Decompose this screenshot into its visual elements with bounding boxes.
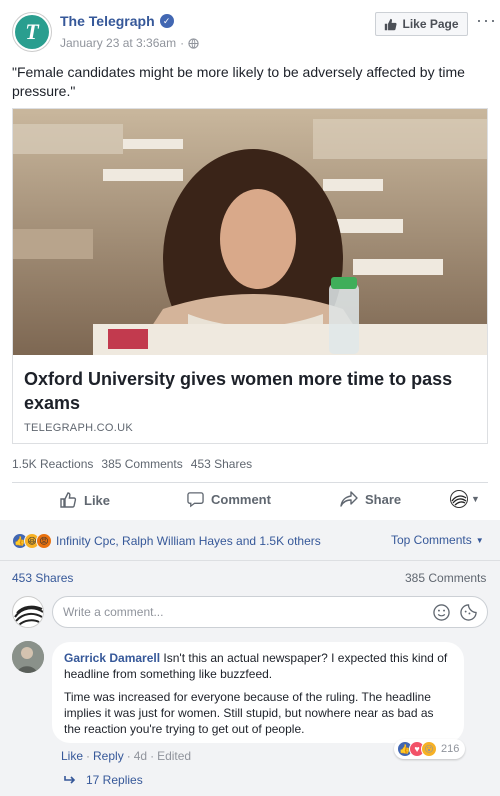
post-text: "Female candidates might be more likely … [12,64,465,99]
comment-actions: Like · Reply · 4d · Edited [61,749,191,763]
shares-link[interactable]: 453 Shares [12,571,73,585]
chevron-down-icon: ▼ [471,494,480,504]
comment-author[interactable]: Garrick Damarell [64,651,160,665]
sticker-icon[interactable] [460,604,477,621]
share-button[interactable]: Share [340,491,401,507]
page-avatar[interactable]: T [12,12,52,52]
post-stats: 1.5K Reactions 385 Comments 453 Shares [12,457,252,471]
emoji-icon[interactable] [433,604,450,621]
reactions-summary[interactable]: 👍 😆 😡 Infinity Cpc, Ralph William Hayes … [12,533,321,549]
post-as-selector[interactable]: ▼ [450,490,480,508]
globe-icon [188,37,199,49]
comment-bubble: Garrick Damarell Isn't this an actual ne… [52,642,464,743]
wow-reaction-icon: 😮 [421,741,437,757]
reaction-icons: 👍 😆 😡 [12,533,52,549]
shares-count[interactable]: 453 Shares [191,457,252,471]
thumbs-up-icon [60,492,77,508]
divider [0,560,500,561]
link-domain: TELEGRAPH.CO.UK [24,422,134,434]
comments-count[interactable]: 385 Comments [101,457,182,471]
angry-reaction-icon: 😡 [36,533,52,549]
post-timestamp[interactable]: January 23 at 3:36am [60,36,176,50]
comment-label: Comment [211,492,271,507]
post-action-bar: Like Comment Share ▼ [12,484,488,516]
comment-reactions[interactable]: 👍 ♥ 😮 216 [394,739,466,759]
replies-label: 17 Replies [86,773,143,787]
link-headline[interactable]: Oxford University gives women more time … [24,367,474,415]
separator: · [150,749,155,763]
caret-down-icon: ▼ [475,535,484,545]
like-page-button[interactable]: Like Page [375,12,468,36]
comment-reaction-icons: 👍 ♥ 😮 [397,741,437,757]
comment-icon [187,492,204,508]
commenter-avatar[interactable] [12,641,44,673]
current-user-avatar [12,596,44,628]
page-name-link[interactable]: The Telegraph ✓ [60,13,174,29]
more-options-icon[interactable]: ··· [476,10,497,31]
divider [12,482,488,483]
link-image[interactable] [13,109,487,355]
comment-reaction-count: 216 [441,743,460,755]
comment-sort-dropdown[interactable]: Top Comments ▼ [391,533,484,547]
comment-first-paragraph: Garrick Damarell Isn't this an actual ne… [64,650,452,682]
view-replies-link[interactable]: 17 Replies [64,773,143,787]
separator: · [126,749,131,763]
exam-hall-photo [13,109,487,355]
comment-placeholder: Write a comment... [63,605,164,619]
reactions-count[interactable]: 1.5K Reactions [12,457,93,471]
like-page-label: Like Page [402,17,459,31]
sort-label: Top Comments [391,533,472,547]
meta-separator: · [180,36,185,50]
reactions-summary-text[interactable]: Infinity Cpc, Ralph William Hayes and 1.… [56,534,321,548]
comment-edited[interactable]: Edited [157,749,191,763]
thumbs-up-icon [385,18,398,30]
like-label: Like [84,492,111,508]
separator: · [86,749,91,763]
page-name[interactable]: The Telegraph [60,13,155,29]
comment-reply-link[interactable]: Reply [93,749,124,763]
reply-arrow-icon [64,776,76,784]
comment-like-link[interactable]: Like [61,749,83,763]
telegraph-logo-icon: T [15,15,49,49]
profile-avatar-icon [450,490,468,508]
share-label: Share [365,491,402,507]
comment-input[interactable]: Write a comment... [52,596,488,628]
comment-button[interactable]: Comment [187,491,271,508]
comment-text-2: Time was increased for everyone because … [64,690,434,736]
post-meta: January 23 at 3:36am · [60,36,199,50]
comment-age[interactable]: 4d [134,749,147,763]
link-preview-card[interactable]: Oxford University gives women more time … [12,108,488,444]
commenter-photo [12,641,44,673]
like-button[interactable]: Like [59,491,110,509]
comments-total: 385 Comments [405,571,487,585]
verified-badge-icon: ✓ [159,14,174,28]
share-icon [340,491,358,507]
